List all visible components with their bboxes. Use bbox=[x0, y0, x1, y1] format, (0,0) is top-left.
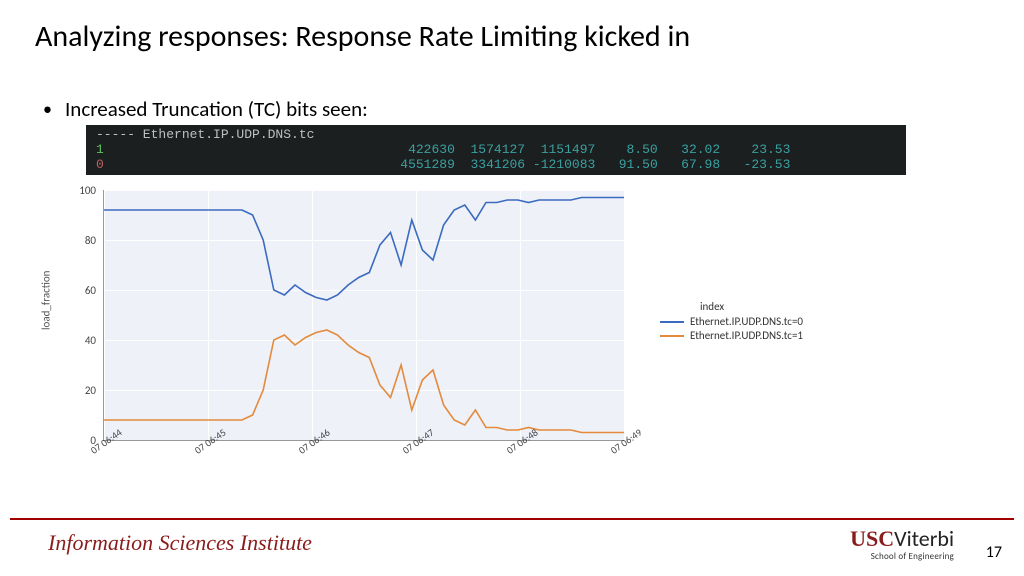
series-line bbox=[104, 330, 624, 433]
usc-text: USC bbox=[850, 526, 894, 551]
bullet-tc: Increased Truncation (TC) bits seen: bbox=[65, 96, 368, 122]
footer-logo: USCViterbi School of Engineering bbox=[850, 528, 954, 561]
terminal-header: ----- Ethernet.IP.UDP.DNS.tc bbox=[96, 127, 314, 142]
slide: Analyzing responses: Response Rate Limit… bbox=[0, 0, 1024, 576]
ytick: 80 bbox=[68, 234, 96, 247]
legend-item: Ethernet.IP.UDP.DNS.tc=0 bbox=[660, 315, 803, 328]
series-line bbox=[104, 198, 624, 301]
legend-title: index bbox=[700, 300, 803, 313]
y-axis-label: load_fraction bbox=[40, 271, 53, 330]
slide-title: Analyzing responses: Response Rate Limit… bbox=[35, 18, 690, 55]
chart: load_fraction 0 20 40 60 80 100 07 06:44… bbox=[48, 180, 648, 480]
legend-label: Ethernet.IP.UDP.DNS.tc=0 bbox=[690, 315, 803, 328]
plot-area bbox=[103, 190, 624, 441]
terminal-output: ----- Ethernet.IP.UDP.DNS.tc 1 422630 15… bbox=[86, 125, 906, 175]
legend-swatch bbox=[660, 335, 684, 337]
ytick: 100 bbox=[68, 184, 96, 197]
viterbi-text: Viterbi bbox=[894, 525, 954, 552]
legend: index Ethernet.IP.UDP.DNS.tc=0 Ethernet.… bbox=[660, 300, 803, 342]
ytick: 40 bbox=[68, 334, 96, 347]
legend-item: Ethernet.IP.UDP.DNS.tc=1 bbox=[660, 329, 803, 342]
legend-swatch bbox=[660, 321, 684, 323]
page-number: 17 bbox=[986, 543, 1002, 562]
terminal-row-1-label: 1 bbox=[96, 142, 104, 157]
school-text: School of Engineering bbox=[850, 552, 954, 561]
footer-institute: Information Sciences Institute bbox=[48, 530, 312, 556]
legend-label: Ethernet.IP.UDP.DNS.tc=1 bbox=[690, 329, 803, 342]
ytick: 20 bbox=[68, 384, 96, 397]
line-series bbox=[104, 190, 624, 440]
footer-divider bbox=[10, 518, 1014, 520]
ytick: 60 bbox=[68, 284, 96, 297]
terminal-row-0-label: 0 bbox=[96, 157, 104, 172]
